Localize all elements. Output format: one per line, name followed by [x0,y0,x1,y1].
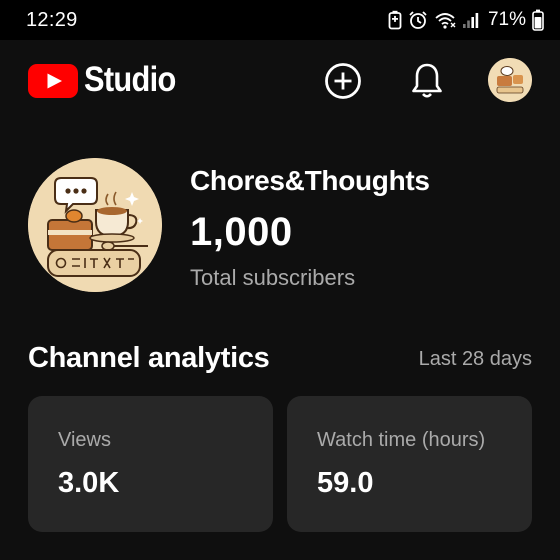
analytics-period: Last 28 days [418,348,532,370]
status-time: 12:29 [26,9,78,31]
add-circle-icon [325,63,361,99]
watch-time-label: Watch time (hours) [317,429,486,451]
studio-logo-text[interactable]: Studio [84,60,176,100]
views-card[interactable]: Views 3.0K [28,396,273,532]
subscriber-count: 1,000 [190,210,293,254]
status-icons: 71% [388,6,544,34]
watch-time-value: 59.0 [317,467,374,499]
watch-time-card[interactable]: Watch time (hours) 59.0 [287,396,532,532]
status-bar: 12:29 71% [0,0,560,40]
notifications-button[interactable] [405,59,449,103]
create-button[interactable] [321,59,365,103]
channel-logo-icon [28,158,162,292]
views-label: Views [58,429,111,451]
channel-avatar-icon [488,58,532,102]
battery-icon [532,9,544,31]
signal-icon [462,13,479,28]
channel-name: Chores&Thoughts [190,165,430,196]
section-title: Channel analytics [28,342,270,374]
youtube-logo-icon[interactable] [28,64,78,98]
views-value: 3.0K [58,467,120,499]
channel-avatar [28,158,162,292]
battery-saver-icon [388,10,402,30]
account-avatar[interactable] [488,58,532,102]
battery-percent: 71% [487,9,526,30]
bell-icon [412,63,442,98]
subscriber-label: Total subscribers [190,265,356,290]
alarm-icon [409,11,427,29]
wifi-icon [435,13,456,29]
